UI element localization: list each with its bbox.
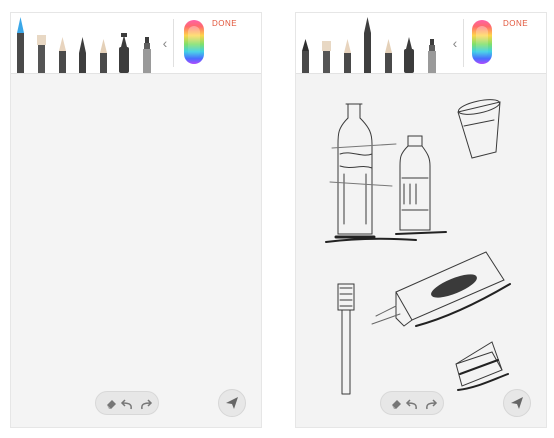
brush-pen-tool[interactable]: [17, 17, 24, 73]
sketch-water-bottle: [325, 103, 417, 243]
undo-icon[interactable]: [405, 395, 421, 411]
color-palette-icon[interactable]: [472, 20, 492, 64]
toolbar-divider: [463, 19, 464, 67]
sketch-cup: [457, 99, 501, 159]
tool-tray: [17, 17, 151, 73]
toolbar-divider: [173, 19, 174, 67]
done-button[interactable]: DONE: [212, 19, 237, 28]
sketch-toothbrush: [337, 283, 355, 395]
pencil-tool[interactable]: [364, 17, 371, 73]
redo-icon[interactable]: [137, 395, 153, 411]
pencil-sketch: [325, 99, 511, 395]
drawing-toolbar: ‹ DONE: [296, 13, 546, 74]
send-icon: [226, 397, 238, 409]
marker-tool[interactable]: [385, 39, 392, 73]
drawing-canvas[interactable]: [11, 74, 261, 427]
oil-pastel-tool[interactable]: [59, 37, 66, 73]
send-icon: [511, 397, 523, 409]
redo-icon[interactable]: [422, 395, 438, 411]
fountain-pen-tool[interactable]: [119, 33, 129, 73]
wide-brush-tool[interactable]: [37, 35, 46, 73]
oil-pastel-tool[interactable]: [344, 39, 351, 73]
brush-pen-tool[interactable]: [302, 39, 309, 73]
pencil-tool[interactable]: [79, 37, 86, 73]
edit-actions-pill: [380, 391, 444, 415]
send-button[interactable]: [218, 389, 246, 417]
sketch-cake: [455, 341, 509, 391]
drawing-toolbar: ‹ DONE: [11, 13, 261, 74]
eraser-icon[interactable]: [104, 395, 120, 411]
fountain-pen-tool[interactable]: [404, 37, 414, 73]
highlighter-tool[interactable]: [143, 37, 151, 73]
drawing-screen-sketch: ‹ DONE: [295, 12, 547, 428]
marker-tool[interactable]: [100, 39, 107, 73]
highlighter-tool[interactable]: [428, 39, 436, 73]
sketch-toothpaste: [371, 251, 511, 327]
sketch-small-bottle: [395, 135, 447, 235]
chevron-left-icon[interactable]: ‹: [159, 35, 171, 51]
send-button[interactable]: [503, 389, 531, 417]
edit-actions-pill: [95, 391, 159, 415]
chevron-left-icon[interactable]: ‹: [449, 35, 461, 51]
drawing-canvas[interactable]: [296, 74, 546, 427]
color-palette-icon[interactable]: [184, 20, 204, 64]
tool-tray: [302, 17, 436, 73]
done-button[interactable]: DONE: [503, 19, 528, 28]
drawing-screen-empty: ‹ DONE: [10, 12, 262, 428]
undo-icon[interactable]: [120, 395, 136, 411]
wide-brush-tool[interactable]: [322, 41, 331, 73]
eraser-icon[interactable]: [389, 395, 405, 411]
